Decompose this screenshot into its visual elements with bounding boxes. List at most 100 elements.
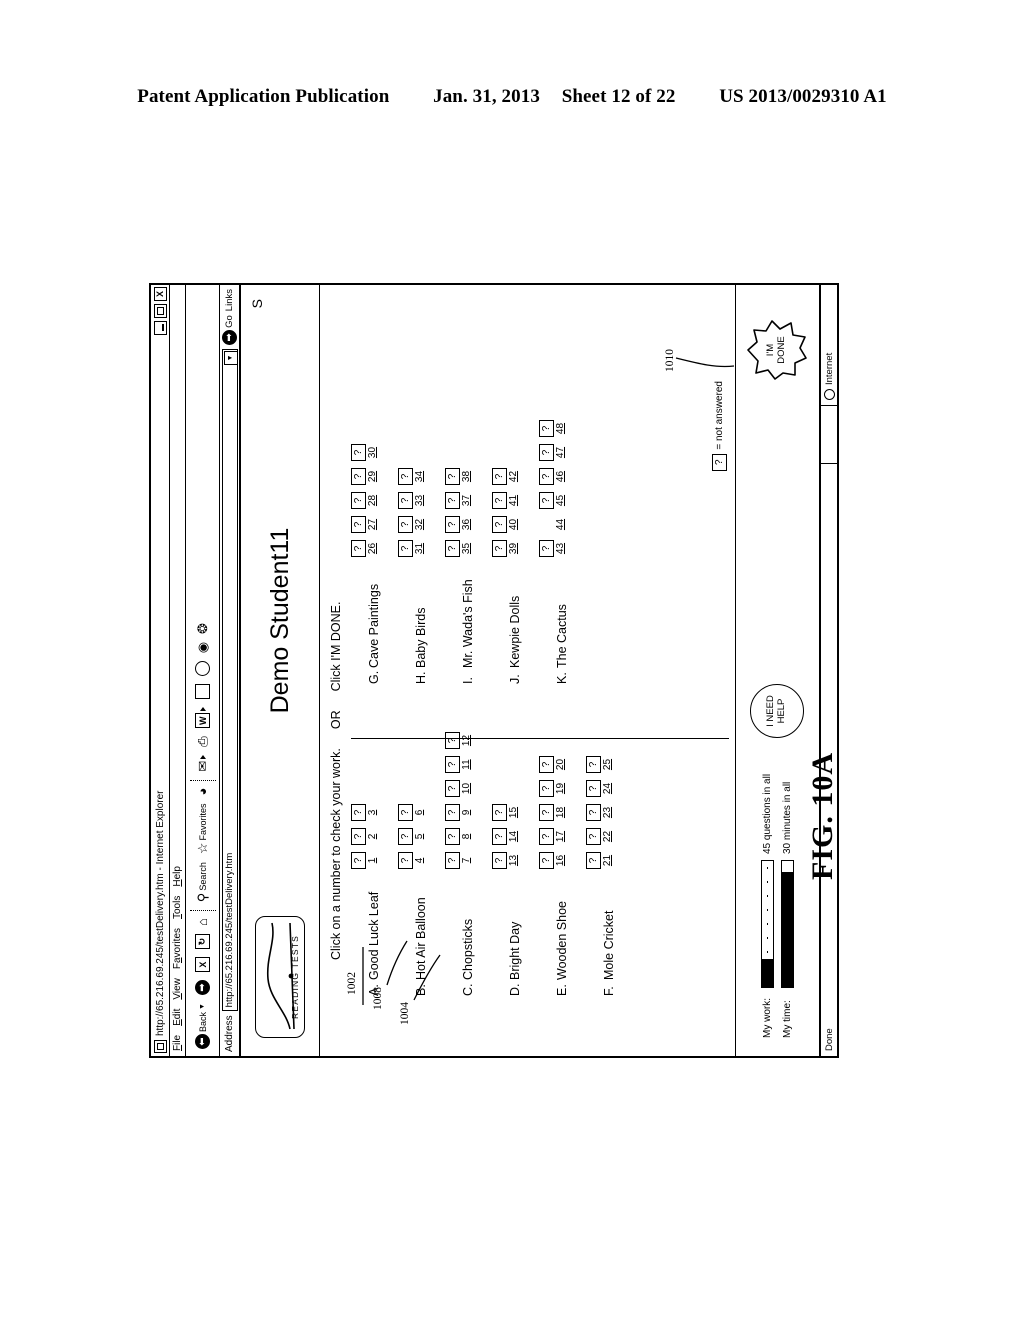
question-number-link[interactable]: 41 — [508, 495, 519, 506]
menu-item-help[interactable]: Help — [172, 866, 183, 887]
question-status-box[interactable]: ? — [539, 780, 554, 797]
question-status-box[interactable]: ? — [351, 828, 366, 845]
print-button[interactable]: ⎙ — [188, 732, 218, 750]
question-item[interactable]: ? 16 — [539, 851, 566, 870]
question-number-link[interactable]: 35 — [461, 543, 472, 554]
question-item[interactable]: ? 33 — [398, 491, 425, 510]
question-item[interactable]: ? 13 — [492, 851, 519, 870]
question-number-link[interactable]: 25 — [602, 759, 613, 770]
history-button[interactable]: ◕ — [188, 784, 218, 800]
home-button[interactable]: ⌂ — [188, 914, 218, 930]
question-number-link[interactable]: 22 — [602, 831, 613, 842]
question-number-link[interactable]: 1 — [367, 858, 378, 864]
question-number-link[interactable]: 38 — [461, 471, 472, 482]
question-status-box[interactable]: ? — [539, 468, 554, 485]
discuss-button[interactable] — [188, 680, 218, 703]
question-number-link[interactable]: 47 — [555, 447, 566, 458]
question-item[interactable]: ? 26 — [351, 539, 378, 558]
question-status-box[interactable]: ? — [539, 420, 554, 437]
question-number-link[interactable]: 45 — [555, 495, 566, 506]
question-number-link[interactable]: 23 — [602, 807, 613, 818]
question-status-box[interactable]: ? — [539, 492, 554, 509]
question-status-box[interactable]: ? — [539, 444, 554, 461]
question-number-link[interactable]: 29 — [367, 471, 378, 482]
question-status-box[interactable]: ? — [539, 540, 554, 557]
question-status-box[interactable]: ? — [445, 828, 460, 845]
question-status-box[interactable]: ? — [398, 852, 413, 869]
question-status-box[interactable]: ? — [398, 804, 413, 821]
question-status-box[interactable]: ? — [445, 732, 460, 749]
question-status-box[interactable]: ? — [586, 780, 601, 797]
question-status-box[interactable]: ? — [445, 492, 460, 509]
question-item[interactable]: ? 35 — [445, 539, 472, 558]
question-item[interactable]: ? 45 — [539, 491, 566, 510]
question-item[interactable]: ? 2 — [351, 827, 378, 846]
menu-item-tools[interactable]: Tools — [172, 896, 183, 919]
i-need-help-button[interactable]: I NEED HELP — [750, 684, 804, 738]
research-button[interactable] — [188, 657, 218, 680]
question-item[interactable]: ? 37 — [445, 491, 472, 510]
question-item[interactable]: ? 3 — [351, 803, 378, 822]
question-number-link[interactable]: 19 — [555, 783, 566, 794]
question-status-box[interactable]: ? — [398, 516, 413, 533]
question-number-link[interactable]: 43 — [555, 543, 566, 554]
question-number-link[interactable]: 34 — [414, 471, 425, 482]
question-status-box[interactable]: ? — [539, 828, 554, 845]
stop-button[interactable]: X — [188, 953, 218, 976]
question-item[interactable]: ? 22 — [586, 827, 613, 846]
question-item[interactable]: ? 19 — [539, 779, 566, 798]
forward-button[interactable]: ➡ — [188, 976, 218, 999]
menu-item-file[interactable]: File — [172, 1035, 183, 1051]
question-item[interactable]: ? 8 — [445, 827, 472, 846]
question-number-link[interactable]: 18 — [555, 807, 566, 818]
question-status-box[interactable]: ? — [445, 780, 460, 797]
question-number-link[interactable]: 17 — [555, 831, 566, 842]
question-item[interactable]: ? 9 — [445, 803, 472, 822]
question-item[interactable]: ? 12 — [445, 731, 472, 750]
edit-button[interactable]: W — [188, 703, 218, 732]
question-number-link[interactable]: 44 — [555, 519, 566, 530]
question-status-box[interactable]: ? — [351, 444, 366, 461]
question-status-box[interactable]: ? — [492, 516, 507, 533]
im-done-button[interactable]: I'M DONE — [746, 319, 808, 381]
question-status-box[interactable]: ? — [351, 852, 366, 869]
refresh-button[interactable]: ↻ — [188, 930, 218, 953]
question-status-box[interactable]: ? — [539, 756, 554, 773]
question-number-link[interactable]: 7 — [461, 858, 472, 864]
mail-button[interactable]: ✉ — [188, 751, 218, 776]
question-status-box[interactable]: ? — [492, 468, 507, 485]
question-item[interactable]: ? 21 — [586, 851, 613, 870]
question-item[interactable]: ? 42 — [492, 467, 519, 486]
question-number-link[interactable]: 6 — [414, 810, 425, 816]
media-button[interactable]: ❂ — [188, 619, 218, 638]
question-number-link[interactable]: 36 — [461, 519, 472, 530]
question-item[interactable]: ? 31 — [398, 539, 425, 558]
question-item[interactable]: ? 29 — [351, 467, 378, 486]
question-status-box[interactable]: ? — [351, 492, 366, 509]
question-number-link[interactable]: 10 — [461, 783, 472, 794]
question-item[interactable]: ? 38 — [445, 467, 472, 486]
question-item[interactable]: ? 10 — [445, 779, 472, 798]
chevron-down-icon[interactable]: ▼ — [223, 350, 238, 365]
question-status-box[interactable]: ? — [586, 804, 601, 821]
question-status-box[interactable]: ? — [492, 804, 507, 821]
question-number-link[interactable]: 12 — [461, 735, 472, 746]
question-item[interactable]: ? 4 — [398, 851, 425, 870]
question-number-link[interactable]: 31 — [414, 543, 425, 554]
question-number-link[interactable]: 30 — [367, 447, 378, 458]
question-number-link[interactable]: 2 — [367, 834, 378, 840]
question-item[interactable]: ? 34 — [398, 467, 425, 486]
question-item[interactable]: ? 7 — [445, 851, 472, 870]
question-item[interactable]: ? 27 — [351, 515, 378, 534]
question-item[interactable]: ? 11 — [445, 755, 472, 774]
question-item[interactable]: ? 18 — [539, 803, 566, 822]
question-item[interactable]: ? 5 — [398, 827, 425, 846]
question-number-link[interactable]: 9 — [461, 810, 472, 816]
favorites-button[interactable]: ☆ Favorites — [188, 799, 218, 858]
question-item[interactable]: ? 46 — [539, 467, 566, 486]
question-status-box[interactable]: ? — [445, 756, 460, 773]
question-status-box[interactable]: ? — [586, 852, 601, 869]
question-status-box[interactable]: ? — [492, 492, 507, 509]
question-status-box[interactable]: ? — [351, 804, 366, 821]
question-number-link[interactable]: 16 — [555, 855, 566, 866]
